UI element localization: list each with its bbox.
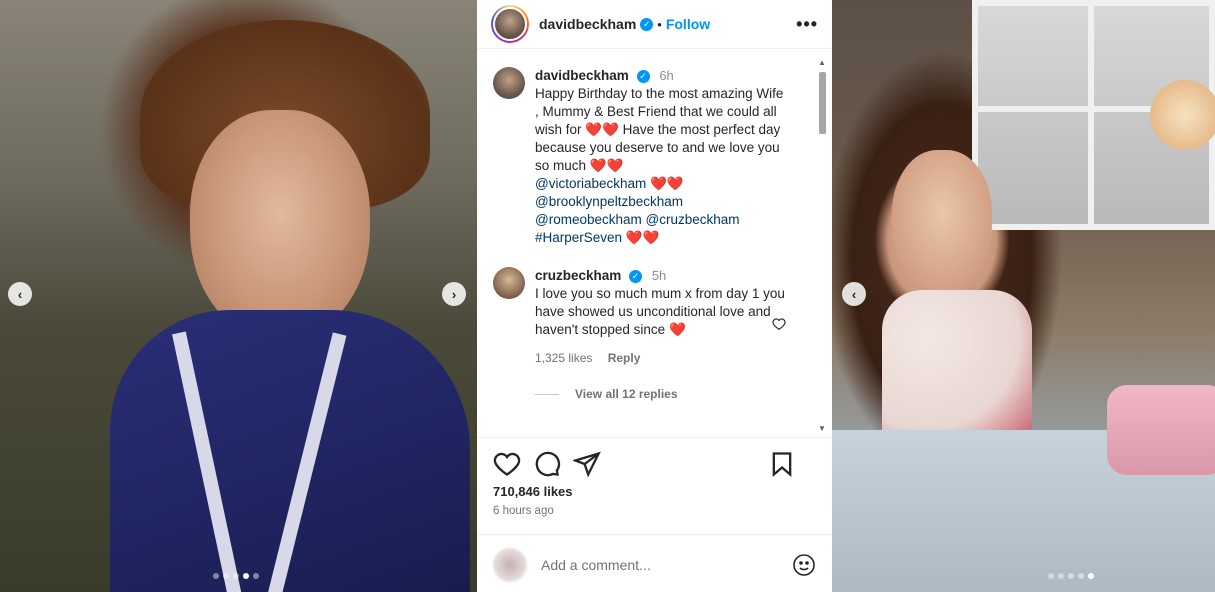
post-header: davidbeckham ✓ • Follow ••• — [477, 0, 832, 49]
caption-username[interactable]: davidbeckham — [535, 68, 629, 83]
prev-image-button-right[interactable]: ‹ — [842, 282, 866, 306]
photo-lamp — [1150, 80, 1215, 150]
likes-count[interactable]: 710,846 likes — [493, 484, 573, 499]
photo-dress — [882, 290, 1032, 450]
carousel-dot — [1068, 573, 1074, 579]
carousel-dot-active — [243, 573, 249, 579]
comment-text: I love you so much mum x from day 1 you … — [535, 286, 785, 337]
comment-body: cruzbeckham ✓ 5h I love you so much mum … — [535, 267, 785, 367]
carousel-dot — [1058, 573, 1064, 579]
post-panel: davidbeckham ✓ • Follow ••• davidbeckham… — [477, 0, 832, 592]
mention-link[interactable]: @cruzbeckham — [646, 212, 740, 227]
current-user-avatar — [493, 548, 527, 582]
photo-face — [892, 150, 992, 290]
story-avatar[interactable] — [491, 5, 529, 43]
mention-link[interactable]: @romeobeckham — [535, 212, 642, 227]
post-photo-left — [0, 0, 477, 592]
comments-scrollbar[interactable]: ▲ ▼ — [815, 58, 829, 434]
header-username[interactable]: davidbeckham — [539, 16, 636, 32]
comment-emoji: ❤️ — [668, 322, 686, 337]
caption-time[interactable]: 6h — [659, 68, 673, 83]
comment-icon[interactable] — [533, 450, 561, 478]
verified-icon: ✓ — [629, 269, 643, 283]
carousel-dot — [223, 573, 229, 579]
scroll-thumb[interactable] — [818, 72, 826, 134]
add-comment-bar: Add a comment... — [493, 548, 816, 582]
chevron-left-icon: ‹ — [851, 286, 857, 302]
divider — [477, 437, 832, 438]
caption-text: Happy Birthday to the most amazing Wife … — [535, 86, 784, 173]
carousel-dot — [1048, 573, 1054, 579]
divider — [477, 534, 832, 535]
action-bar — [493, 450, 796, 478]
post-timestamp[interactable]: 6 hours ago — [493, 505, 554, 517]
carousel-dots-left — [213, 573, 259, 579]
reply-button[interactable]: Reply — [608, 351, 641, 365]
photo-cake — [1107, 385, 1215, 475]
carousel-dot — [213, 573, 219, 579]
comments-list[interactable]: davidbeckham ✓ 6h Happy Birthday to the … — [477, 55, 816, 437]
carousel-dot — [233, 573, 239, 579]
photo-face — [190, 110, 370, 340]
header-separator: • — [657, 16, 662, 32]
carousel-dot-active — [1088, 573, 1094, 579]
mention-link[interactable]: @brooklynpeltzbeckham — [535, 194, 683, 209]
emoji-icon[interactable] — [792, 553, 816, 577]
caption: davidbeckham ✓ 6h Happy Birthday to the … — [493, 67, 802, 247]
mention-link[interactable]: @victoriabeckham — [535, 176, 646, 191]
prev-image-button[interactable]: ‹ — [8, 282, 32, 306]
comment-meta: 1,325 likes Reply — [535, 349, 785, 367]
post-photo-right — [832, 0, 1215, 592]
view-replies-label[interactable]: View all 12 replies — [575, 387, 678, 401]
scroll-up-icon[interactable]: ▲ — [815, 58, 829, 68]
hashtag-suffix: ❤️❤️ — [622, 230, 660, 245]
hashtag-link[interactable]: #HarperSeven — [535, 230, 622, 245]
carousel-dot — [253, 573, 259, 579]
carousel-dots-right — [1048, 573, 1094, 579]
view-replies[interactable]: View all 12 replies — [535, 387, 802, 401]
mention-suffix: ❤️❤️ — [646, 176, 684, 191]
comment-like-icon[interactable] — [772, 317, 786, 334]
chevron-left-icon: ‹ — [17, 286, 23, 302]
comment-time[interactable]: 5h — [652, 268, 666, 283]
avatar-image — [493, 7, 527, 41]
carousel-dot — [1078, 573, 1084, 579]
comment-input[interactable]: Add a comment... — [541, 557, 792, 573]
more-options-button[interactable]: ••• — [796, 14, 818, 35]
bookmark-icon[interactable] — [768, 450, 796, 478]
comment-username[interactable]: cruzbeckham — [535, 268, 621, 283]
verified-icon: ✓ — [636, 69, 650, 83]
caption-body: davidbeckham ✓ 6h Happy Birthday to the … — [535, 67, 785, 247]
comment: cruzbeckham ✓ 5h I love you so much mum … — [493, 267, 802, 367]
avatar[interactable] — [493, 67, 525, 99]
follow-button[interactable]: Follow — [666, 16, 710, 32]
send-icon[interactable] — [573, 450, 601, 478]
verified-icon: ✓ — [640, 17, 654, 31]
next-image-button[interactable]: › — [442, 282, 466, 306]
chevron-right-icon: › — [451, 286, 457, 302]
scroll-down-icon[interactable]: ▼ — [815, 424, 829, 434]
comment-likes[interactable]: 1,325 likes — [535, 351, 592, 365]
heart-icon[interactable] — [493, 450, 521, 478]
avatar[interactable] — [493, 267, 525, 299]
replies-line — [535, 393, 559, 395]
